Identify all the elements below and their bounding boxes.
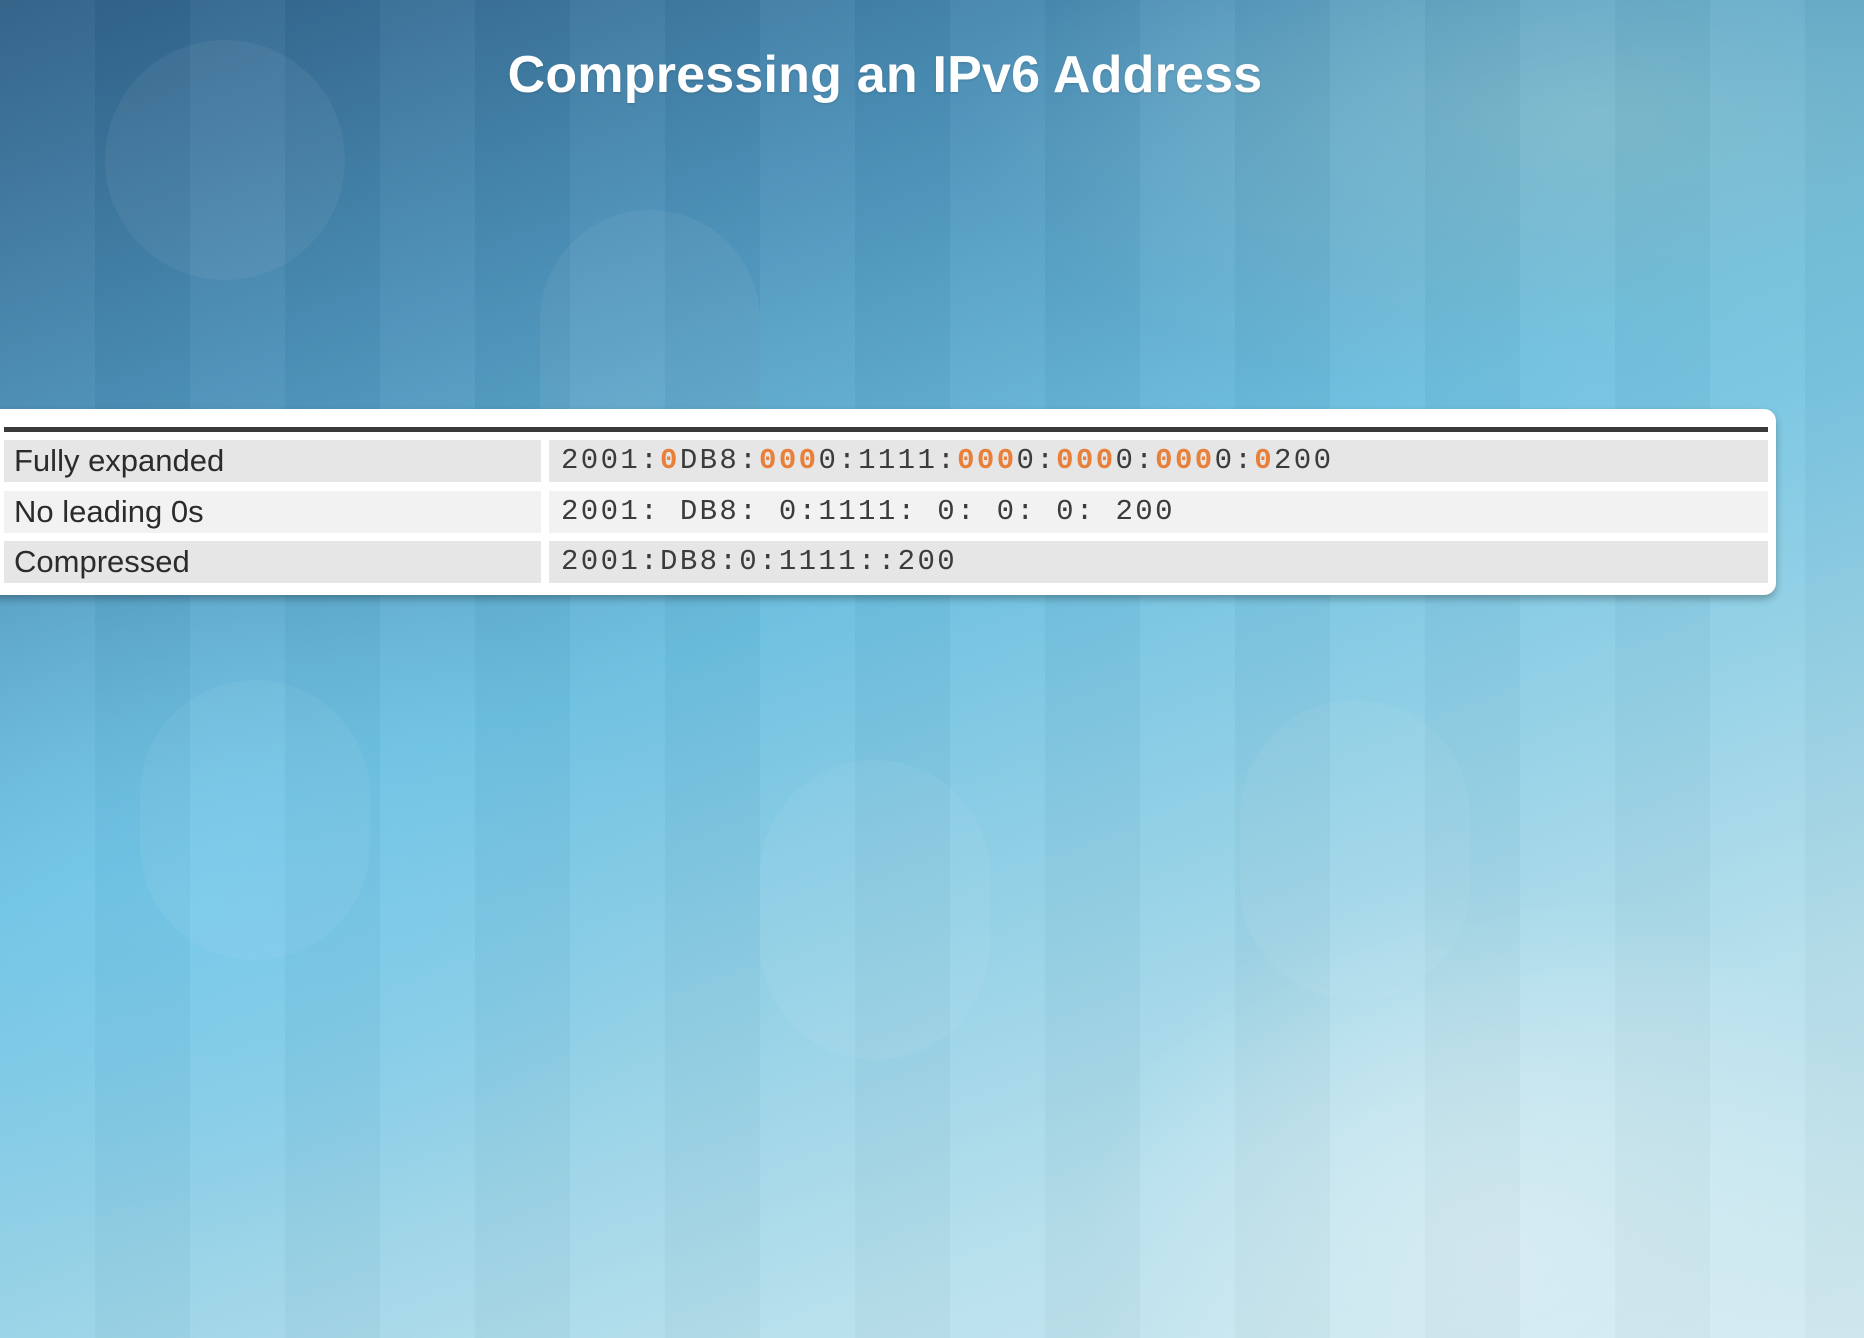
background-shape <box>140 680 370 960</box>
removable-zeros: 0 <box>1254 444 1274 477</box>
removable-zeros: 000 <box>1056 444 1116 477</box>
table-row-no-leading-zeros: No leading 0s 2001: DB8: 0:1111: 0: 0: 0… <box>4 491 1768 533</box>
table-row-compressed: Compressed 2001:DB8:0:1111::200 <box>4 541 1768 583</box>
row-label: Fully expanded <box>4 440 541 482</box>
address-segment: 0: <box>1214 444 1255 477</box>
removable-zeros: 000 <box>1155 444 1215 477</box>
address-segment: 2001: <box>561 444 661 477</box>
ipv6-address-value: 2001:DB8:0:1111::200 <box>549 541 1768 583</box>
background-shape <box>760 760 990 1060</box>
address-table: Fully expanded 2001:0DB8:0000:1111:0000:… <box>0 409 1776 595</box>
background-shape <box>1240 700 1470 1000</box>
address-segment: 2001: DB8: 0:1111: 0: 0: 0: 200 <box>561 495 1175 528</box>
table-top-rule <box>4 427 1768 432</box>
address-segment: 2001:DB8:0:1111::200 <box>561 545 958 578</box>
removable-zeros: 000 <box>759 444 819 477</box>
page-title: Compressing an IPv6 Address <box>507 45 1263 104</box>
address-segment: 0: <box>1016 444 1057 477</box>
ipv6-address-value: 2001:0DB8:0000:1111:0000:0000:0000:0200 <box>549 440 1768 482</box>
removable-zeros: 000 <box>957 444 1017 477</box>
address-segment: DB8: <box>679 444 760 477</box>
table-row-fully-expanded: Fully expanded 2001:0DB8:0000:1111:0000:… <box>4 440 1768 482</box>
address-segment: 0:1111: <box>818 444 958 477</box>
ipv6-address-value: 2001: DB8: 0:1111: 0: 0: 0: 200 <box>549 491 1768 533</box>
row-label: No leading 0s <box>4 491 541 533</box>
removable-zeros: 0 <box>660 444 680 477</box>
address-segment: 0: <box>1115 444 1156 477</box>
address-segment: 200 <box>1274 444 1334 477</box>
background-stripes <box>0 0 1864 1338</box>
row-label: Compressed <box>4 541 541 583</box>
